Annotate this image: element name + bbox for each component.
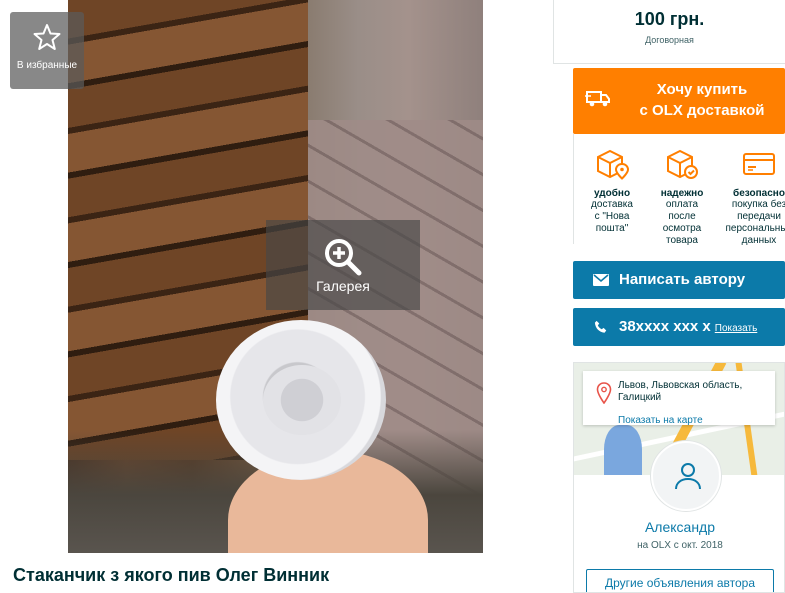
other-ads-button[interactable]: Другие объявления автора: [586, 569, 774, 592]
ad-page: Галерея В избранные Стаканчик з якого пи…: [0, 0, 785, 593]
avatar[interactable]: [651, 441, 721, 511]
map-water: [604, 425, 642, 475]
message-label: Написать автору: [619, 271, 746, 288]
favorites-label: В избранные: [16, 60, 78, 71]
author-since: на OLX с окт. 2018: [637, 540, 723, 551]
show-on-map-link[interactable]: Показать на карте: [618, 415, 703, 426]
author-card: Львов, Львовская область, Галицкий Показ…: [573, 362, 785, 593]
price-box: 100 грн. Договорная: [553, 0, 785, 64]
gallery-button[interactable]: Галерея: [266, 220, 420, 310]
photo-cup-inner: [263, 365, 341, 435]
author-name[interactable]: Александр: [574, 519, 784, 535]
benefit-desc: доставка с "Нова пошта": [591, 199, 633, 234]
address-text: Львов, Львовская область, Галицкий: [618, 380, 743, 403]
address-box: Львов, Львовская область, Галицкий Показ…: [583, 371, 775, 426]
phone-number: 38xxxx xxx x: [619, 318, 711, 335]
benefit-title: безопасно: [733, 188, 785, 199]
benefit-title: удобно: [593, 188, 631, 199]
truck-icon: [585, 91, 610, 107]
envelope-icon: [593, 274, 609, 286]
box-location-icon: [597, 149, 630, 180]
price-value: 100 грн.: [634, 9, 705, 29]
gallery-label: Галерея: [316, 278, 370, 294]
ad-title: Стаканчик з якого пив Олег Винник: [13, 565, 330, 585]
buy-with-delivery-button[interactable]: Хочу купить с OLX доставкой: [573, 68, 785, 134]
phone-number-wrap: 38xxxx xxx x Показать: [619, 318, 757, 335]
phone-button[interactable]: 38xxxx xxx x Показать: [573, 308, 785, 346]
message-author-button[interactable]: Написать автору: [573, 261, 785, 299]
photo-area: Галерея В избранные Стаканчик з якого пи…: [0, 0, 552, 593]
phone-icon: [594, 320, 607, 333]
box-check-icon: [667, 149, 698, 179]
user-icon: [675, 463, 701, 490]
benefit-safe: безопасно покупка без передачи персональ…: [724, 148, 785, 247]
benefit-title: надежно: [660, 188, 704, 199]
benefit-desc: оплата после осмотра товара: [662, 199, 702, 246]
show-phone-link[interactable]: Показать: [715, 323, 758, 334]
map-pin-icon: [596, 382, 612, 404]
benefit-reliable: надежно оплата после осмотра товара: [652, 148, 712, 247]
delivery-benefits: удобно доставка с "Нова пошта" надежно о…: [573, 134, 785, 247]
zoom-in-icon: [325, 239, 362, 276]
card-icon: [743, 153, 775, 175]
add-to-favorites-button[interactable]: В избранные: [10, 12, 84, 89]
star-icon: [33, 24, 61, 50]
buy-label: Хочу купить с OLX доставкой: [639, 81, 765, 119]
ad-photo[interactable]: Галерея: [68, 0, 483, 553]
benefit-desc: покупка без передачи персональных данных: [725, 199, 785, 246]
benefit-convenient: удобно доставка с "Нова пошта": [582, 148, 642, 235]
price-negotiable: Договорная: [645, 35, 694, 45]
